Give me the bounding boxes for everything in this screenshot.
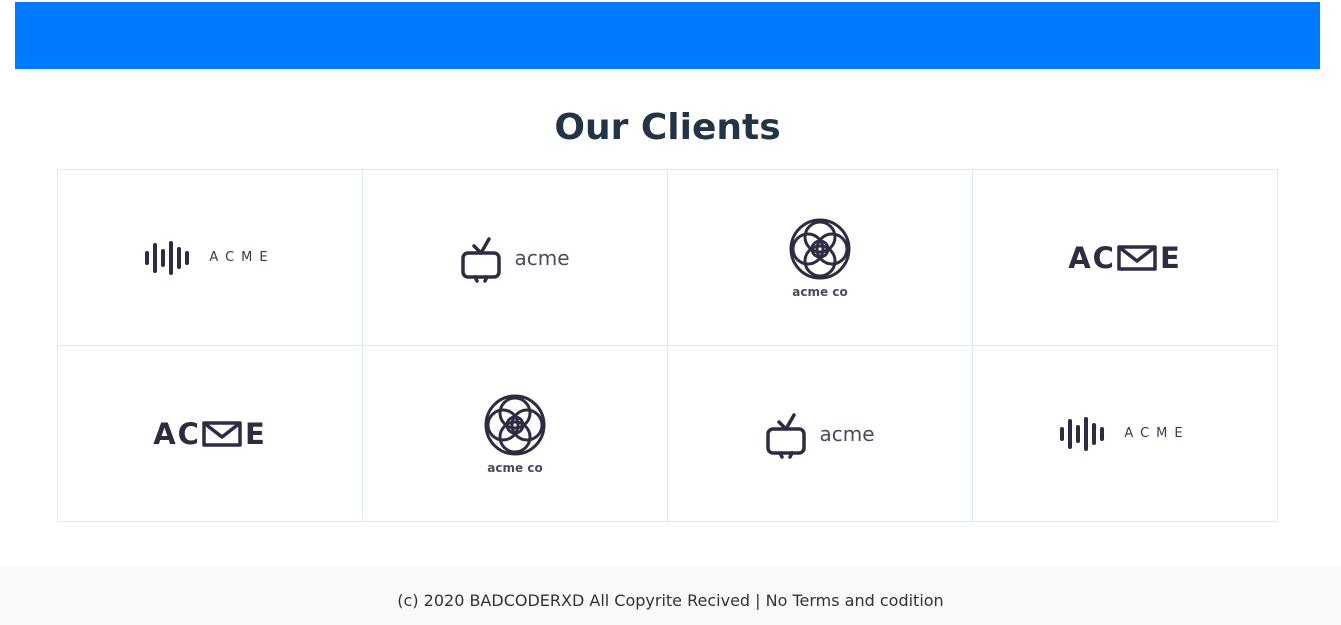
client-logo-cell[interactable]: AC E — [973, 170, 1278, 346]
client-logo-cell[interactable]: AC E — [58, 346, 363, 522]
client-logo: ACME — [1060, 416, 1190, 451]
envelope-icon — [202, 420, 242, 447]
client-logo: acme co — [483, 393, 547, 475]
clients-grid: ACME acme acme co AC E AC E acme co acme… — [57, 169, 1278, 522]
envelope-icon — [1117, 244, 1157, 271]
client-logo: acme co — [788, 217, 852, 299]
client-logo: acme — [460, 233, 570, 283]
flower-ring-icon — [484, 394, 546, 455]
client-logo-cell[interactable]: ACME — [58, 170, 363, 346]
top-banner — [15, 2, 1320, 69]
client-logo-wordmark: acme — [819, 421, 875, 446]
clients-section-title: Our Clients — [554, 107, 781, 148]
tv-icon — [461, 236, 502, 283]
client-logo-wordmark: acme co — [487, 460, 543, 475]
client-logo-letters-a-c: AC — [1068, 240, 1116, 275]
client-logo-cell[interactable]: acme co — [668, 170, 973, 346]
flower-ring-icon — [789, 218, 851, 279]
client-logo-cell[interactable]: acme — [363, 170, 668, 346]
client-logo-cell[interactable]: acme co — [363, 346, 668, 522]
sound-bars-icon — [145, 240, 190, 275]
footer: (c) 2020 BADCODERXD All Copyrite Recived… — [0, 566, 1341, 625]
client-logo-wordmark: ACME — [209, 250, 275, 265]
client-logo-letters-a-c: AC — [153, 416, 201, 451]
client-logo-cell[interactable]: ACME — [973, 346, 1278, 522]
client-logo-letter-e: E — [1159, 240, 1182, 275]
tv-icon — [766, 412, 807, 459]
client-logo: acme — [765, 409, 875, 459]
page: Our Clients ACME acme acme co AC E AC E … — [0, 0, 1341, 625]
client-logo: ACME — [145, 240, 275, 275]
client-logo-wordmark: acme co — [792, 284, 848, 299]
client-logo: AC E — [1068, 243, 1182, 273]
client-logo: AC E — [153, 419, 267, 449]
client-logo-wordmark: acme — [514, 245, 570, 270]
footer-copyright-text: (c) 2020 BADCODERXD All Copyrite Recived… — [397, 591, 944, 610]
client-logo-letter-e: E — [244, 416, 267, 451]
sound-bars-icon — [1060, 416, 1105, 451]
client-logo-cell[interactable]: acme — [668, 346, 973, 522]
client-logo-wordmark: ACME — [1124, 426, 1190, 441]
